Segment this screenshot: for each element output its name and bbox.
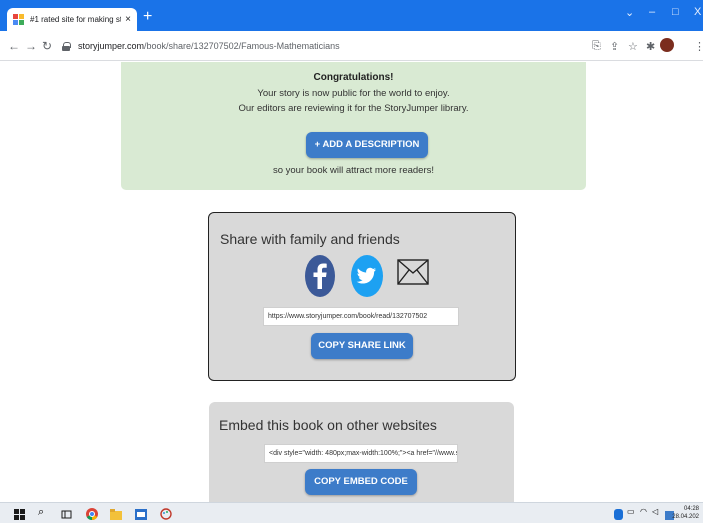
tab-title: #1 rated site for making story bo <box>30 15 122 24</box>
mail-app-icon[interactable] <box>135 507 147 523</box>
banner-line-public: Your story is now public for the world t… <box>257 88 450 99</box>
tab-close-icon[interactable]: × <box>125 14 131 25</box>
network-icon[interactable]: ◠ <box>640 507 647 516</box>
share-panel: Share with family and friends https://ww… <box>208 212 516 381</box>
embed-panel: Embed this book on other websites <div s… <box>209 402 514 502</box>
new-tab-button[interactable]: + <box>143 9 152 25</box>
tab-search-icon[interactable]: ⌄ <box>625 6 634 19</box>
facebook-icon[interactable] <box>305 255 335 297</box>
embed-code-field[interactable]: <div style="width: 480px;max-width:100%;… <box>264 444 458 463</box>
paint-app-icon[interactable] <box>160 507 172 523</box>
share-title: Share with family and friends <box>220 231 400 247</box>
page-content: Congratulations! Your story is now publi… <box>0 62 703 502</box>
taskbar-clock[interactable]: 04:28 28.04.202 <box>672 505 699 521</box>
congratulations-banner: Congratulations! Your story is now publi… <box>121 62 586 190</box>
windows-taskbar: ⌕ ▭ ◠ ◁ 04:28 28.04.202 <box>0 502 703 523</box>
windows-start-icon[interactable] <box>14 507 25 523</box>
clock-time: 04:28 <box>683 506 699 512</box>
banner-title: Congratulations! <box>313 72 394 83</box>
title-bar: #1 rated site for making story bo × + ⌄ … <box>0 0 703 31</box>
profile-avatar[interactable] <box>660 38 674 52</box>
embed-title: Embed this book on other websites <box>219 417 437 433</box>
back-arrow-icon[interactable]: ← <box>8 39 20 53</box>
close-window-button[interactable]: X <box>694 6 701 18</box>
copy-embed-code-button[interactable]: COPY EMBED CODE <box>305 469 417 495</box>
banner-footer-text: so your book will attract more readers! <box>272 165 435 176</box>
twitter-icon[interactable] <box>351 255 383 297</box>
copy-share-link-button[interactable]: COPY SHARE LINK <box>311 333 413 359</box>
mail-icon[interactable] <box>397 259 429 285</box>
browser-toolbar: ← → ↻ storyjumper.com /book/share/132707… <box>0 31 703 61</box>
minimize-button[interactable]: – <box>649 6 655 18</box>
browser-menu-icon[interactable]: ⋮ <box>694 40 703 53</box>
share-page-icon[interactable]: ⇪ <box>610 40 619 53</box>
url-host: storyjumper.com <box>78 41 145 51</box>
bookmark-star-icon[interactable]: ☆ <box>628 40 638 53</box>
task-view-icon[interactable] <box>61 507 72 523</box>
share-link-field[interactable]: https://www.storyjumper.com/book/read/13… <box>263 307 459 326</box>
address-bar[interactable]: storyjumper.com /book/share/132707502/Fa… <box>62 36 592 56</box>
add-description-button[interactable]: + ADD A DESCRIPTION <box>306 132 428 158</box>
reload-icon[interactable]: ↻ <box>42 39 52 53</box>
forward-arrow-icon[interactable]: → <box>25 39 37 53</box>
translate-icon[interactable]: ⎘ <box>592 40 601 53</box>
battery-icon[interactable]: ▭ <box>627 507 635 516</box>
dropbox-tray-icon[interactable] <box>614 507 623 523</box>
extensions-puzzle-icon[interactable]: ✱ <box>646 40 655 53</box>
chrome-taskbar-icon[interactable] <box>86 507 98 523</box>
lock-icon <box>62 41 71 51</box>
clock-date: 28.04.202 <box>672 514 699 520</box>
browser-tab[interactable]: #1 rated site for making story bo × <box>7 8 137 31</box>
volume-icon[interactable]: ◁ <box>652 507 658 516</box>
search-icon[interactable]: ⌕ <box>38 506 44 519</box>
banner-line-review: Our editors are reviewing it for the Sto… <box>238 103 469 114</box>
storyjumper-favicon-icon <box>13 13 25 26</box>
file-explorer-icon[interactable] <box>110 507 122 523</box>
browser-window: #1 rated site for making story bo × + ⌄ … <box>0 0 703 523</box>
url-path: /book/share/132707502/Famous-Mathematici… <box>144 41 340 51</box>
maximize-button[interactable]: □ <box>672 6 679 18</box>
